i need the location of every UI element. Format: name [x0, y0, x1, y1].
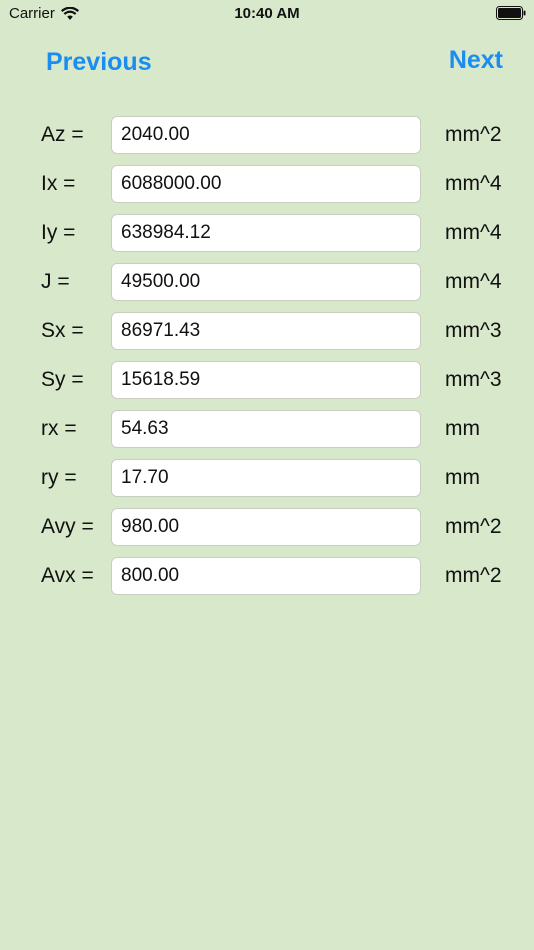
ry-field[interactable] — [111, 459, 421, 497]
property-row-avx: Avx = mm^2 — [0, 556, 534, 596]
iy-field[interactable] — [111, 214, 421, 252]
avx-field[interactable] — [111, 557, 421, 595]
property-row-rx: rx = mm — [0, 409, 534, 449]
avy-field[interactable] — [111, 508, 421, 546]
property-label: Az = — [41, 123, 84, 146]
property-unit: mm^4 — [445, 221, 502, 244]
property-row-iy: Iy = mm^4 — [0, 213, 534, 253]
property-label: rx = — [41, 417, 77, 440]
property-unit: mm^4 — [445, 172, 502, 195]
property-unit: mm^3 — [445, 368, 502, 391]
property-row-sx: Sx = mm^3 — [0, 311, 534, 351]
property-unit: mm^4 — [445, 270, 502, 293]
battery-icon — [496, 6, 526, 20]
sy-field[interactable] — [111, 361, 421, 399]
property-label: Avy = — [41, 515, 94, 538]
property-label: Sx = — [41, 319, 84, 342]
property-unit: mm — [445, 466, 480, 489]
property-label: Avx = — [41, 564, 94, 587]
property-unit: mm — [445, 417, 480, 440]
status-bar: Carrier 10:40 AM — [0, 0, 534, 28]
property-label: Ix = — [41, 172, 76, 195]
sx-field[interactable] — [111, 312, 421, 350]
previous-button[interactable]: Previous — [46, 48, 152, 77]
property-unit: mm^3 — [445, 319, 502, 342]
property-row-sy: Sy = mm^3 — [0, 360, 534, 400]
property-row-ry: ry = mm — [0, 458, 534, 498]
property-unit: mm^2 — [445, 123, 502, 146]
property-row-j: J = mm^4 — [0, 262, 534, 302]
rx-field[interactable] — [111, 410, 421, 448]
property-unit: mm^2 — [445, 515, 502, 538]
j-field[interactable] — [111, 263, 421, 301]
property-label: ry = — [41, 466, 77, 489]
ix-field[interactable] — [111, 165, 421, 203]
property-unit: mm^2 — [445, 564, 502, 587]
property-row-avy: Avy = mm^2 — [0, 507, 534, 547]
next-button[interactable]: Next — [449, 46, 503, 75]
property-label: Iy = — [41, 221, 76, 244]
property-row-ix: Ix = mm^4 — [0, 164, 534, 204]
property-label: Sy = — [41, 368, 84, 391]
az-field[interactable] — [111, 116, 421, 154]
property-row-az: Az = mm^2 — [0, 115, 534, 155]
property-label: J = — [41, 270, 70, 293]
status-time: 10:40 AM — [234, 5, 300, 22]
